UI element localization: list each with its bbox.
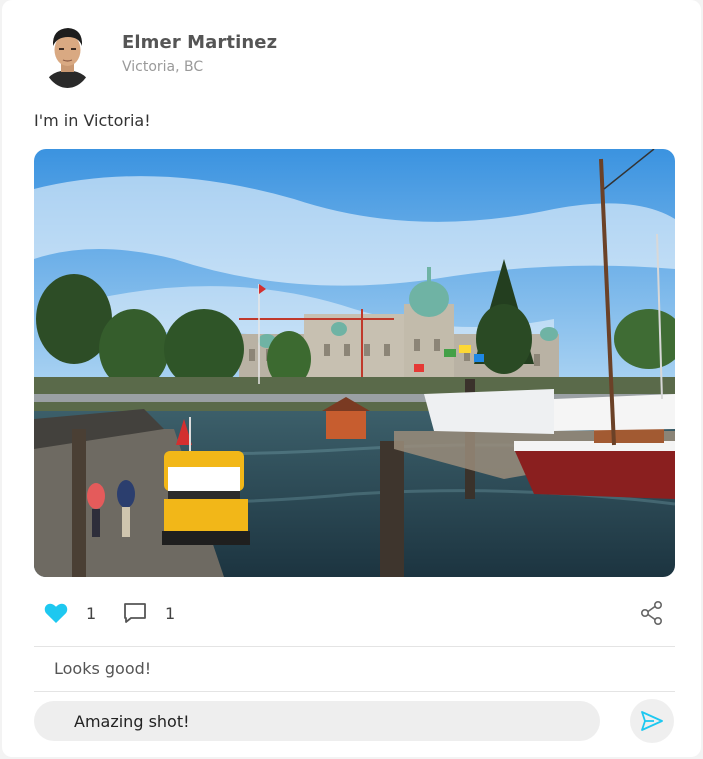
post-photo[interactable] bbox=[34, 149, 675, 577]
divider bbox=[34, 646, 675, 647]
comment-input[interactable] bbox=[74, 701, 574, 741]
share-icon bbox=[640, 600, 663, 625]
comment-input-wrapper bbox=[34, 701, 600, 741]
heart-icon[interactable] bbox=[44, 602, 68, 624]
comment-action[interactable]: 1 bbox=[123, 599, 175, 627]
author-avatar[interactable] bbox=[42, 20, 93, 88]
share-button[interactable] bbox=[640, 600, 664, 626]
author-name[interactable]: Elmer Martinez bbox=[122, 32, 277, 53]
comment-icon[interactable] bbox=[123, 602, 147, 624]
send-icon bbox=[641, 711, 663, 731]
author-location: Victoria, BC bbox=[122, 59, 204, 75]
send-button[interactable] bbox=[630, 699, 674, 743]
comment-count: 1 bbox=[165, 603, 176, 623]
like-action[interactable]: 1 bbox=[44, 599, 96, 627]
like-count: 1 bbox=[86, 603, 97, 623]
comment-item: Looks good! bbox=[54, 659, 152, 678]
post-text: I'm in Victoria! bbox=[34, 111, 151, 130]
post-card: Elmer Martinez Victoria, BC I'm in Victo… bbox=[2, 0, 701, 757]
divider bbox=[34, 691, 675, 692]
